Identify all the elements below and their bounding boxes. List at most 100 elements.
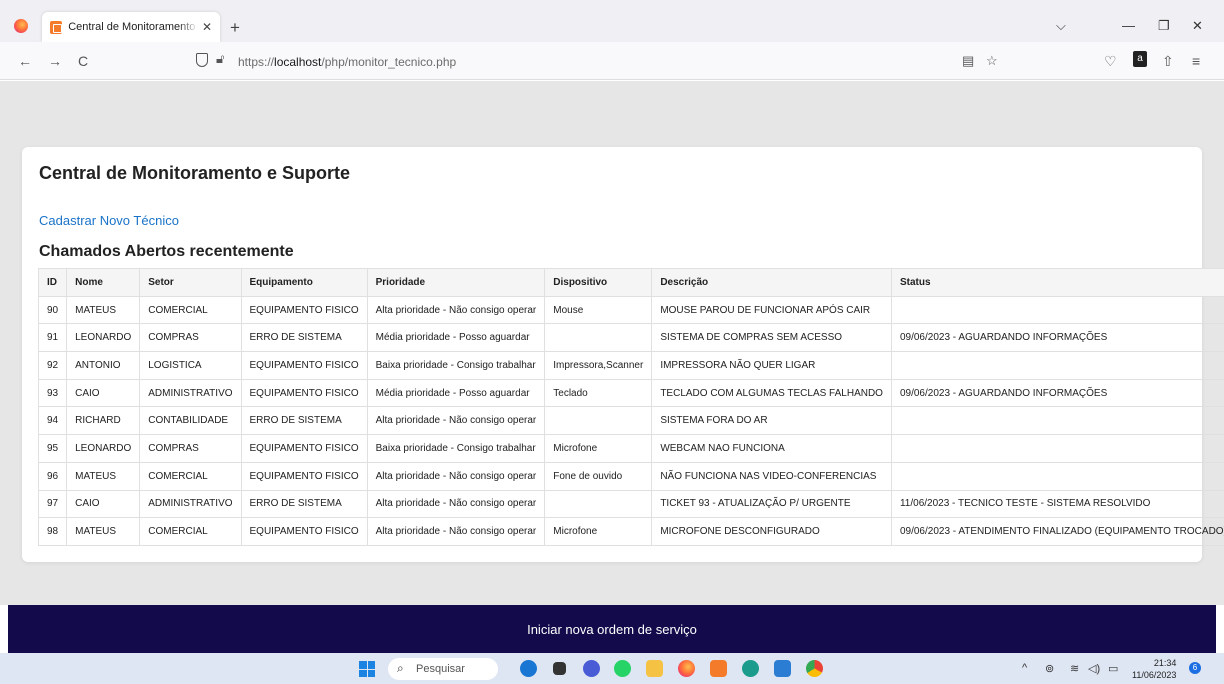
tab-close-button[interactable]: ✕: [202, 20, 212, 34]
network-icon[interactable]: ⊚: [1045, 662, 1054, 675]
page-title: Central de Monitoramento e Suporte: [39, 163, 351, 183]
header-id: ID: [37, 268, 68, 297]
table-cell: MICROFONE DESCONFIGURADO: [651, 517, 892, 546]
table-cell: COMERCIAL: [139, 295, 242, 325]
table-cell: Média prioridade - Posso aguardar: [366, 323, 546, 353]
chrome-icon[interactable]: [806, 660, 823, 677]
page-content: Central de Monitoramento e Suporte Cadas…: [0, 81, 1224, 605]
copilot-icon[interactable]: [520, 660, 537, 677]
pocket-icon[interactable]: ♡: [1104, 53, 1117, 70]
firefox-logo-icon[interactable]: [14, 19, 28, 33]
table-cell: Teclado: [544, 378, 653, 408]
table-cell: [890, 295, 1224, 325]
extension-icon[interactable]: a: [1133, 51, 1147, 67]
table-cell: Alta prioridade - Não consigo operar: [366, 295, 546, 325]
file-explorer-icon[interactable]: [553, 662, 566, 675]
close-window-button[interactable]: ✕: [1192, 18, 1203, 34]
table-cell: EQUIPAMENTO FISICO: [240, 351, 368, 380]
header-dispositivo: Dispositivo: [544, 268, 653, 297]
tickets-table: ID Nome Setor Equipamento Prioridade Dis…: [37, 268, 1224, 546]
clock[interactable]: 21:34 11/06/2023: [1132, 657, 1176, 681]
windows-start-icon[interactable]: [359, 661, 375, 677]
table-cell: LEONARDO: [66, 434, 141, 463]
folder-icon[interactable]: [646, 660, 663, 677]
share-icon[interactable]: ⇧: [1162, 53, 1174, 70]
table-cell: COMPRAS: [139, 323, 242, 353]
battery-icon[interactable]: ▭: [1108, 662, 1118, 675]
table-cell: 92: [37, 351, 68, 380]
header-nome: Nome: [66, 268, 141, 297]
table-cell: SISTEMA FORA DO AR: [651, 406, 892, 436]
whatsapp-icon[interactable]: [614, 660, 631, 677]
table-cell: 96: [37, 461, 68, 491]
notification-badge[interactable]: 6: [1189, 662, 1201, 674]
register-technician-link[interactable]: Cadastrar Novo Técnico: [39, 213, 179, 228]
url-bar[interactable]: 🔓︎ https://localhost/php/monitor_tecnico…: [186, 47, 1010, 75]
tracking-shield-icon[interactable]: [196, 53, 208, 67]
minimize-button[interactable]: —: [1122, 18, 1135, 33]
table-cell: Média prioridade - Posso aguardar: [366, 378, 546, 408]
table-cell: RICHARD: [66, 406, 141, 436]
back-button[interactable]: ←: [18, 53, 32, 69]
table-row: 96 MATEUS COMERCIAL EQUIPAMENTO FISICO Alta …: [37, 461, 1224, 491]
table-cell: Alta prioridade - Não consigo operar: [366, 461, 546, 491]
table-cell: CAIO: [66, 378, 141, 408]
table-cell: CAIO: [66, 489, 141, 519]
table-cell: Fone de ouvido: [544, 461, 653, 491]
notepad-icon[interactable]: [774, 660, 791, 677]
restore-button[interactable]: ❐: [1158, 18, 1170, 34]
table-cell: EQUIPAMENTO FISICO: [240, 461, 368, 491]
new-tab-button[interactable]: +: [230, 18, 240, 38]
table-cell: COMPRAS: [139, 434, 242, 463]
table-cell: EQUIPAMENTO FISICO: [240, 434, 368, 463]
menu-icon[interactable]: ≡: [1192, 53, 1200, 69]
reload-button[interactable]: C: [78, 53, 88, 69]
table-cell: ERRO DE SISTEMA: [240, 406, 368, 436]
edge-icon[interactable]: [742, 660, 759, 677]
table-cell: COMERCIAL: [139, 517, 242, 546]
table-cell: 98: [37, 517, 68, 546]
table-cell: [890, 434, 1224, 463]
table-cell: 09/06/2023 - ATENDIMENTO FINALIZADO (EQU…: [890, 517, 1224, 546]
table-row: 92 ANTONIO LOGISTICA EQUIPAMENTO FISICO Baix…: [37, 351, 1224, 380]
search-placeholder: Pesquisar: [416, 663, 465, 675]
chevron-up-icon[interactable]: ^: [1022, 662, 1027, 674]
table-cell: CONTABILIDADE: [139, 406, 242, 436]
table-cell: Microfone: [544, 517, 653, 546]
table-cell: 09/06/2023 - AGUARDANDO INFORMAÇÕES: [890, 378, 1224, 408]
table-cell: Baixa prioridade - Consigo trabalhar: [366, 351, 546, 380]
forward-button[interactable]: →: [48, 53, 62, 69]
table-cell: EQUIPAMENTO FISICO: [240, 517, 368, 546]
table-cell: 11/06/2023 - TECNICO TESTE - SISTEMA RES…: [890, 489, 1224, 519]
table-cell: [890, 351, 1224, 380]
url-text[interactable]: https://localhost/php/monitor_tecnico.ph…: [238, 55, 456, 69]
table-cell: 09/06/2023 - AGUARDANDO INFORMAÇÕES: [890, 323, 1224, 353]
xampp-icon[interactable]: [710, 660, 727, 677]
table-cell: MATEUS: [66, 295, 141, 325]
table-cell: 95: [37, 434, 68, 463]
table-cell: TECLADO COM ALGUMAS TECLAS FALHANDO: [651, 378, 892, 408]
table-row: 94 RICHARD CONTABILIDADE ERRO DE SISTEMA Alt…: [37, 406, 1224, 436]
new-service-order-button[interactable]: Iniciar nova ordem de serviço: [8, 605, 1216, 653]
bookmark-star-icon[interactable]: ☆: [986, 53, 998, 69]
reader-view-icon[interactable]: ▤: [962, 53, 974, 69]
table-cell: Alta prioridade - Não consigo operar: [366, 517, 546, 546]
firefox-icon[interactable]: [678, 660, 695, 677]
new-service-order-label: Iniciar nova ordem de serviço: [527, 622, 697, 637]
browser-nav-bar: ← → C 🔓︎ https://localhost/php/monitor_t…: [0, 42, 1224, 80]
search-icon: ⌕: [397, 661, 404, 675]
volume-icon[interactable]: ◁): [1088, 662, 1100, 675]
table-cell: [544, 489, 653, 519]
table-header-row: ID Nome Setor Equipamento Prioridade Dis…: [37, 268, 1224, 297]
browser-tab[interactable]: Central de Monitoramento e Suporte ✕: [42, 12, 220, 42]
table-cell: [544, 323, 653, 353]
chat-icon[interactable]: [583, 660, 600, 677]
table-cell: WEBCAM NAO FUNCIONA: [651, 434, 892, 463]
taskbar-search[interactable]: ⌕ Pesquisar: [388, 658, 498, 680]
wifi-icon[interactable]: ≋: [1070, 662, 1079, 675]
lock-icon[interactable]: 🔓︎: [216, 51, 224, 67]
tab-list-button[interactable]: ⌵: [1056, 18, 1066, 34]
table-cell: 93: [37, 378, 68, 408]
table-cell: EQUIPAMENTO FISICO: [240, 295, 368, 325]
table-cell: ADMINISTRATIVO: [139, 378, 242, 408]
